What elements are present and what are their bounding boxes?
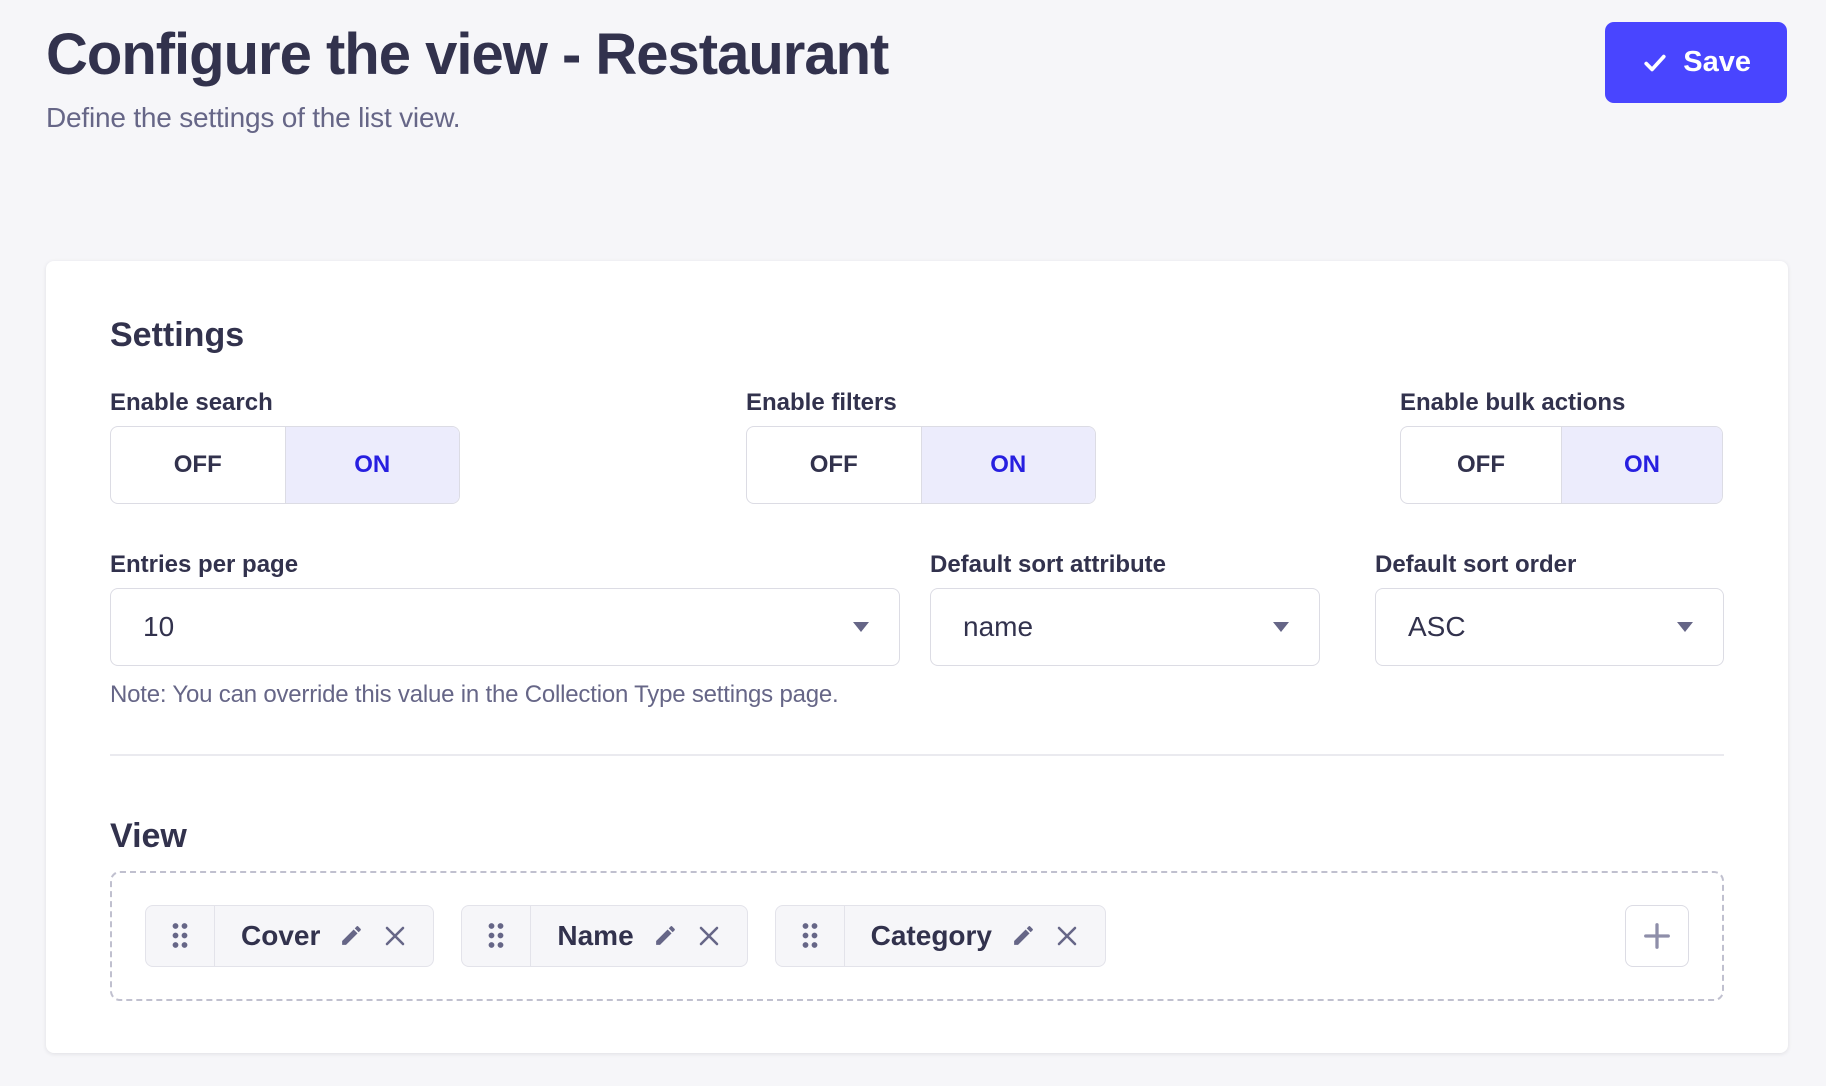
- select-row: Entries per page 10 Note: You can overri…: [110, 550, 1724, 710]
- check-icon: [1641, 49, 1669, 77]
- select-value: name: [963, 611, 1033, 643]
- default-sort-order-select[interactable]: ASC: [1375, 588, 1724, 666]
- view-field-pill-cover[interactable]: Cover: [145, 905, 434, 967]
- settings-section-heading: Settings: [110, 317, 1724, 354]
- field-label: Default sort attribute: [930, 550, 1320, 580]
- pill-body: Name: [531, 906, 746, 966]
- chevron-down-icon: [1677, 622, 1693, 632]
- field-default-sort-attribute: Default sort attribute name: [930, 550, 1320, 710]
- drag-handle-icon[interactable]: [462, 906, 531, 966]
- remove-icon[interactable]: [697, 924, 721, 948]
- field-label: Enable search: [110, 388, 746, 418]
- save-button-label: Save: [1683, 46, 1751, 79]
- page-header: Configure the view - Restaurant Define t…: [0, 0, 1826, 135]
- default-sort-attribute-select[interactable]: name: [930, 588, 1320, 666]
- pill-label: Category: [871, 920, 992, 952]
- field-label: Enable bulk actions: [1400, 388, 1724, 418]
- view-field-pill-name[interactable]: Name: [461, 905, 747, 967]
- settings-card: Settings Enable search OFF ON Enable fil…: [46, 261, 1788, 1053]
- toggle-off-button[interactable]: OFF: [747, 427, 921, 503]
- add-field-button[interactable]: [1625, 905, 1689, 967]
- field-enable-search: Enable search OFF ON: [110, 388, 746, 504]
- page-subtitle: Define the settings of the list view.: [46, 101, 888, 135]
- save-button[interactable]: Save: [1605, 22, 1787, 103]
- pill-label: Cover: [241, 920, 320, 952]
- section-divider: [110, 754, 1724, 756]
- drag-handle-icon[interactable]: [146, 906, 215, 966]
- field-entries-per-page: Entries per page 10 Note: You can overri…: [110, 550, 900, 710]
- enable-bulk-actions-toggle: OFF ON: [1400, 426, 1723, 504]
- view-section-heading: View: [110, 818, 1724, 855]
- chevron-down-icon: [853, 622, 869, 632]
- edit-icon[interactable]: [339, 923, 364, 948]
- view-layout-dropzone: Cover: [110, 871, 1724, 1001]
- select-value: ASC: [1408, 611, 1466, 643]
- toggle-on-button[interactable]: ON: [921, 427, 1096, 503]
- entries-per-page-note: Note: You can override this value in the…: [110, 680, 900, 710]
- toggle-off-button[interactable]: OFF: [1401, 427, 1561, 503]
- field-default-sort-order: Default sort order ASC: [1375, 550, 1724, 710]
- page-titles: Configure the view - Restaurant Define t…: [46, 22, 888, 135]
- toggle-on-button[interactable]: ON: [1561, 427, 1722, 503]
- select-value: 10: [143, 611, 174, 643]
- drag-handle-icon[interactable]: [776, 906, 845, 966]
- toggle-row: Enable search OFF ON Enable filters OFF …: [110, 388, 1724, 504]
- edit-icon[interactable]: [653, 923, 678, 948]
- edit-icon[interactable]: [1011, 923, 1036, 948]
- enable-search-toggle: OFF ON: [110, 426, 460, 504]
- pill-body: Cover: [215, 906, 433, 966]
- field-label: Enable filters: [746, 388, 1400, 418]
- chevron-down-icon: [1273, 622, 1289, 632]
- remove-icon[interactable]: [383, 924, 407, 948]
- field-enable-filters: Enable filters OFF ON: [746, 388, 1400, 504]
- field-enable-bulk-actions: Enable bulk actions OFF ON: [1400, 388, 1724, 504]
- field-label: Entries per page: [110, 550, 900, 580]
- enable-filters-toggle: OFF ON: [746, 426, 1096, 504]
- pill-label: Name: [557, 920, 633, 952]
- plus-icon: [1639, 918, 1675, 954]
- remove-icon[interactable]: [1055, 924, 1079, 948]
- toggle-on-button[interactable]: ON: [285, 427, 460, 503]
- pill-body: Category: [845, 906, 1105, 966]
- page-title: Configure the view - Restaurant: [46, 22, 888, 89]
- entries-per-page-select[interactable]: 10: [110, 588, 900, 666]
- view-field-pill-category[interactable]: Category: [775, 905, 1106, 967]
- field-label: Default sort order: [1375, 550, 1724, 580]
- toggle-off-button[interactable]: OFF: [111, 427, 285, 503]
